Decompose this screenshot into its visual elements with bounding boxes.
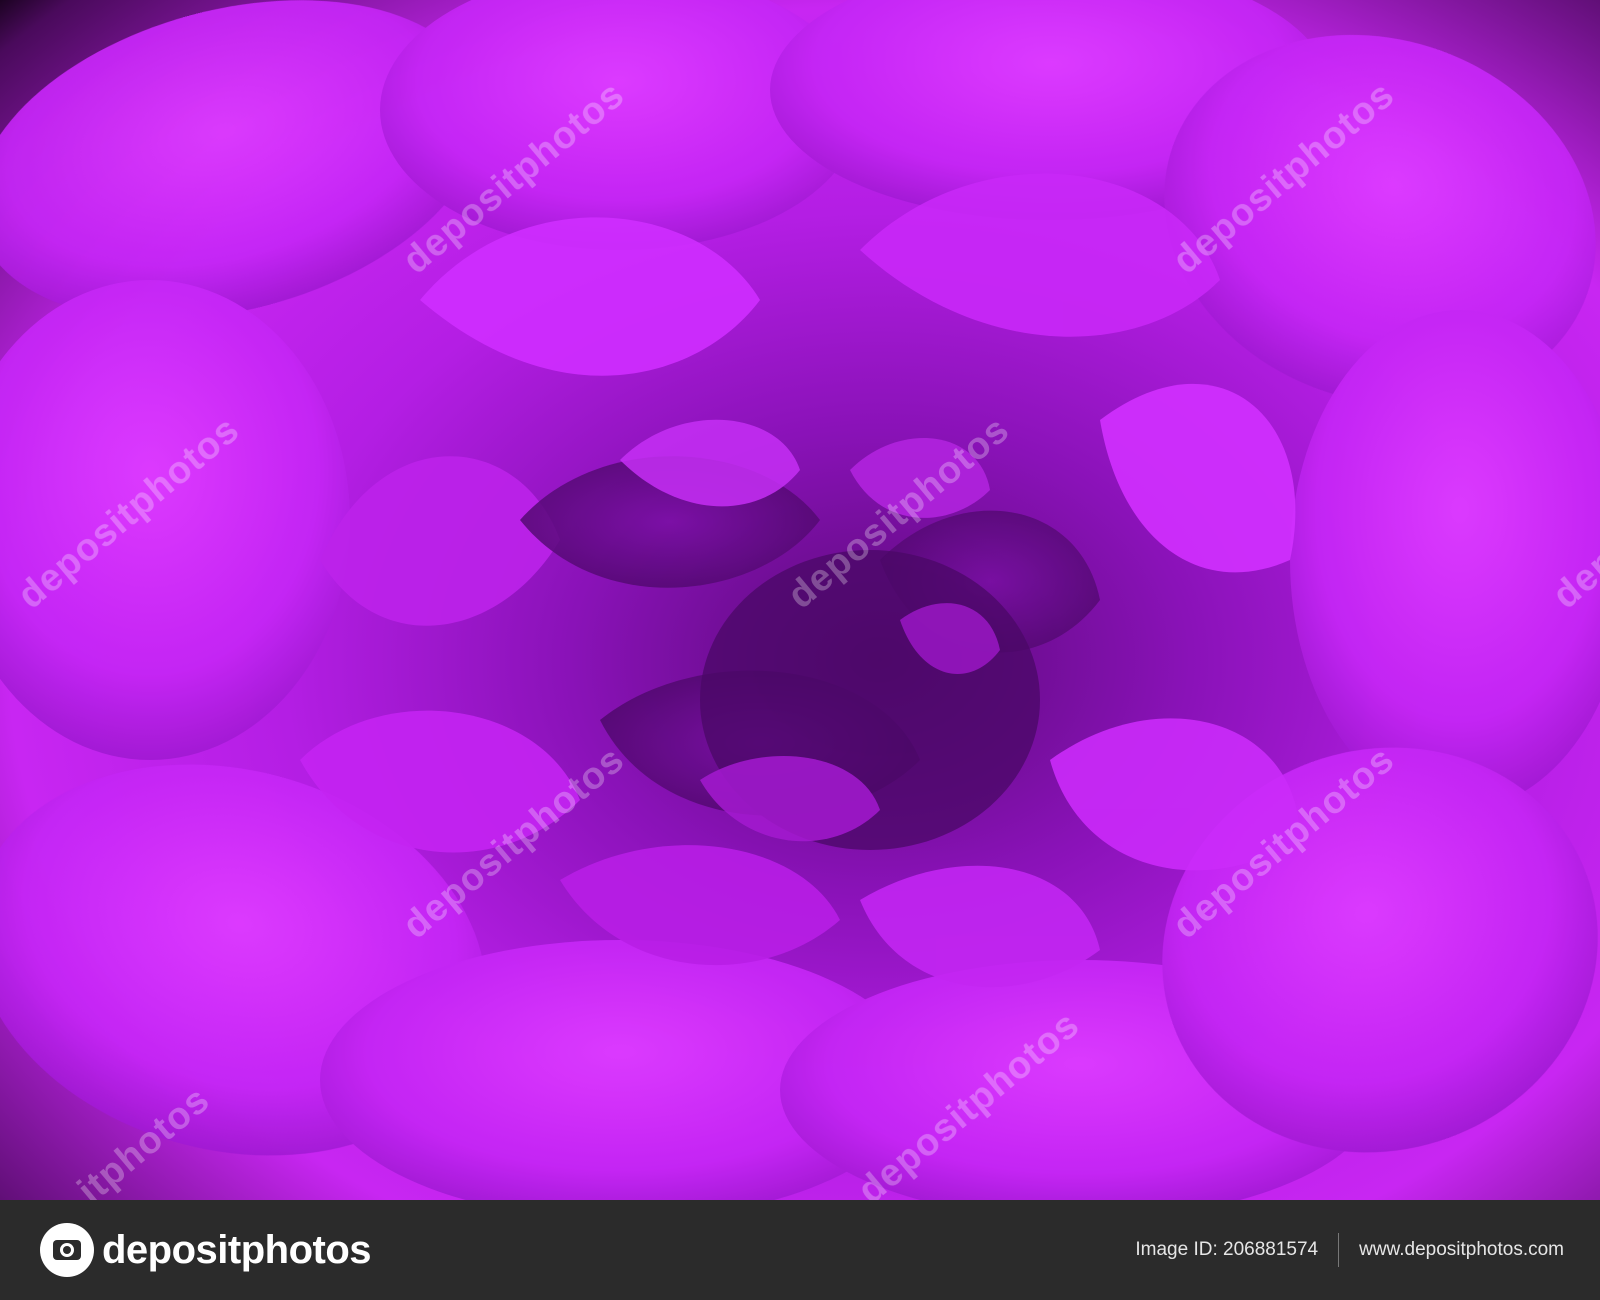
footer-meta: Image ID: 206881574 www.depositphotos.co… (1135, 1200, 1564, 1300)
image-id-label: Image ID: 206881574 (1135, 1239, 1319, 1260)
camera-icon (40, 1223, 94, 1277)
footer-bar: depositphotos Image ID: 206881574 www.de… (0, 1200, 1600, 1300)
site-link[interactable]: www.depositphotos.com (1359, 1239, 1564, 1261)
brand-name: depositphotos (102, 1227, 372, 1272)
brand-logo[interactable]: depositphotos (40, 1220, 372, 1280)
divider (1338, 1233, 1340, 1267)
stock-photo: depositphotos depositphotos depositphoto… (0, 0, 1600, 1200)
